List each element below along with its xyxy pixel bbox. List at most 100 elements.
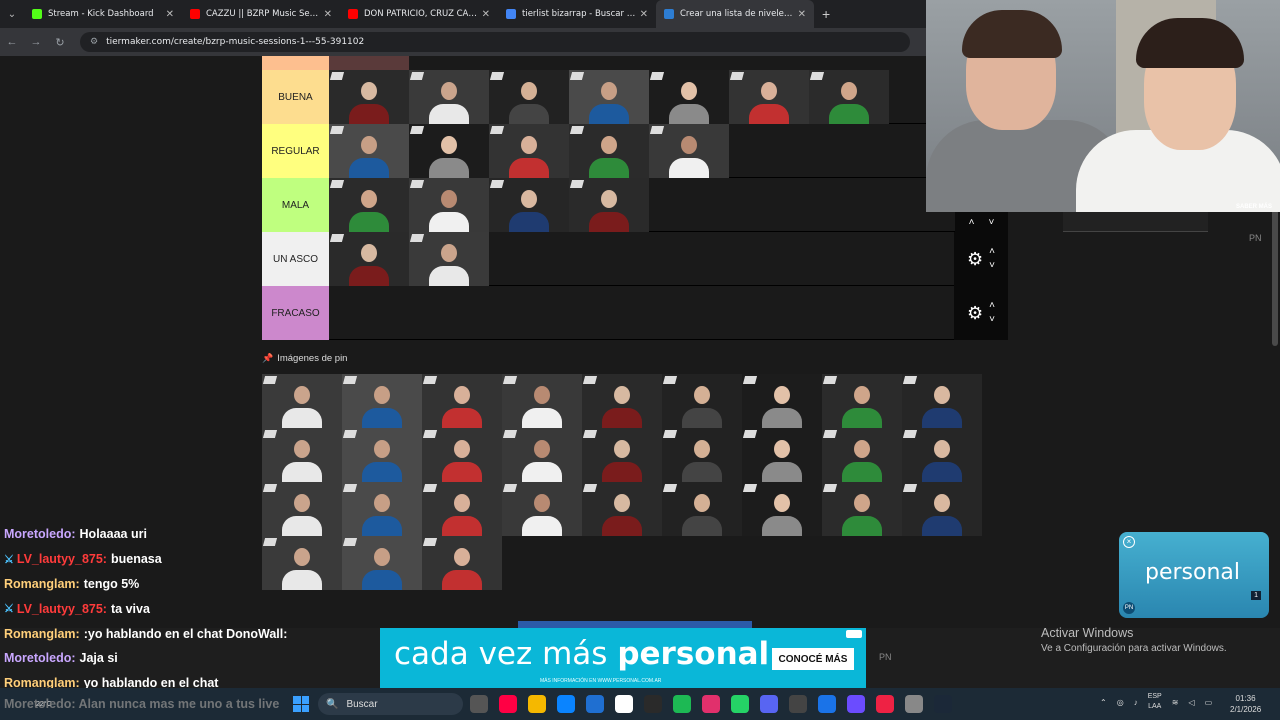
tier-image[interactable] [409,178,489,232]
tier-image[interactable] [649,70,729,124]
tier-image[interactable] [422,536,502,590]
tier-image[interactable] [902,482,982,536]
taskbar-app-icon[interactable] [818,695,836,713]
taskbar-app-icon[interactable] [847,695,865,713]
tier-image[interactable] [569,178,649,232]
taskbar-app-icon[interactable] [702,695,720,713]
ad-cta-button[interactable]: CONOCÉ MÁS [772,648,854,670]
tier-image[interactable] [569,70,649,124]
tier-image[interactable] [742,374,822,428]
close-tab-icon[interactable]: ✕ [482,9,490,20]
chat-username[interactable]: LV_lautyy_875: [17,552,107,566]
tier-image[interactable] [822,374,902,428]
tier-image[interactable] [262,428,342,482]
tier-image[interactable] [422,428,502,482]
taskbar-clock[interactable]: 01:36 2/1/2026 [1230,693,1261,715]
taskbar-app-icon[interactable] [673,695,691,713]
tier-image[interactable] [742,428,822,482]
taskbar-app-icon[interactable] [789,695,807,713]
forward-icon[interactable]: → [24,36,48,48]
tier-image[interactable] [742,482,822,536]
tier-image[interactable] [569,124,649,178]
new-tab-button[interactable]: + [814,6,838,22]
tier-item-partial[interactable] [329,56,409,70]
tier-image[interactable] [582,428,662,482]
tier-image[interactable] [662,482,742,536]
tier-label[interactable]: FRACASO [262,286,329,340]
tier-image[interactable] [502,428,582,482]
site-info-icon[interactable]: ⚙ [90,37,98,47]
taskbar-app-icon[interactable] [760,695,778,713]
gear-icon[interactable]: ⚙ [967,249,983,270]
personal-ad-banner[interactable]: cada vez más personal MÁS INFORMACIÓN EN… [380,628,866,688]
tier-image[interactable] [809,70,889,124]
tier-label[interactable]: MALA [262,178,329,232]
tier-image[interactable] [822,482,902,536]
taskbar-app-icon[interactable] [905,695,923,713]
language-indicator[interactable]: ESP LAA [1148,692,1162,712]
chevron-down-icon[interactable]: ˅ [989,259,995,273]
tier-image[interactable] [422,374,502,428]
tier-image[interactable] [409,124,489,178]
taskbar-app-icon[interactable] [470,695,488,713]
taskbar-app-icon[interactable] [586,695,604,713]
tier-label[interactable]: REGULAR [262,124,329,178]
personal-video-ad[interactable]: × personal 1 PN [1119,532,1269,618]
tier-image[interactable] [409,232,489,286]
tier-image[interactable] [662,428,742,482]
reload-icon[interactable]: ↻ [48,36,72,49]
tab-search-icon[interactable]: ⌄ [0,0,24,28]
taskbar-app-icon[interactable] [731,695,749,713]
battery-icon[interactable]: ▭ [1205,698,1213,707]
taskbar-app-icon[interactable] [934,695,952,713]
taskbar-app-icon[interactable] [499,695,517,713]
chat-username[interactable]: Romanglam: [4,627,80,641]
tier-image[interactable] [329,124,409,178]
tier-image[interactable] [502,482,582,536]
tier-image[interactable] [329,70,409,124]
taskbar-app-icon[interactable] [615,695,633,713]
browser-tab[interactable]: Crear una lista de niveles de SE ✕ [656,0,814,28]
close-icon[interactable]: × [1123,536,1135,548]
back-icon[interactable]: ← [0,36,24,48]
tier-image[interactable] [582,374,662,428]
chevron-up-icon[interactable]: ˄ [989,245,995,259]
tier-image[interactable] [329,232,409,286]
taskbar-app-icon[interactable] [557,695,575,713]
chevron-up-icon[interactable]: ˄ [989,299,995,313]
chat-username[interactable]: LV_lautyy_875: [17,602,107,616]
tier-image[interactable] [582,482,662,536]
windows-start-icon[interactable] [293,696,309,712]
close-tab-icon[interactable]: ✕ [640,9,648,20]
browser-tab[interactable]: Stream - Kick Dashboard ✕ [24,0,182,28]
adchoices-icon[interactable] [846,630,862,638]
tier-image[interactable] [729,70,809,124]
address-bar[interactable]: ⚙ tiermaker.com/create/bzrp-music-sessio… [80,32,910,52]
tier-image[interactable] [489,178,569,232]
tier-image[interactable] [502,374,582,428]
gear-icon[interactable]: ⚙ [967,303,983,324]
tier-image[interactable] [822,428,902,482]
chevron-up-icon[interactable]: ⌃ [1100,698,1107,707]
tier-image[interactable] [489,124,569,178]
taskbar-app-icon[interactable] [876,695,894,713]
tier-image[interactable] [422,482,502,536]
close-tab-icon[interactable]: ✕ [324,9,332,20]
tier-image[interactable] [489,70,569,124]
tier-image[interactable] [662,374,742,428]
volume-icon[interactable]: ◁ [1188,698,1194,707]
tier-image[interactable] [342,374,422,428]
chevron-down-icon[interactable]: ˅ [989,313,995,327]
chat-username[interactable]: Moretoledo: [4,527,76,541]
tier-controls-partial[interactable]: ˄ ˅ [955,212,1008,232]
tier-image[interactable] [902,374,982,428]
tier-image[interactable] [342,428,422,482]
tier-image[interactable] [329,178,409,232]
tier-label[interactable]: BUENA [262,70,329,124]
chat-username[interactable]: Romanglam: [4,577,80,591]
taskbar-app-icon[interactable] [644,695,662,713]
browser-tab[interactable]: DON PATRICIO, CRUZ CAFUNÉ ✕ [340,0,498,28]
close-tab-icon[interactable]: ✕ [166,9,174,20]
close-tab-icon[interactable]: ✕ [798,9,806,20]
network-icon[interactable]: ◎ [1117,698,1124,707]
